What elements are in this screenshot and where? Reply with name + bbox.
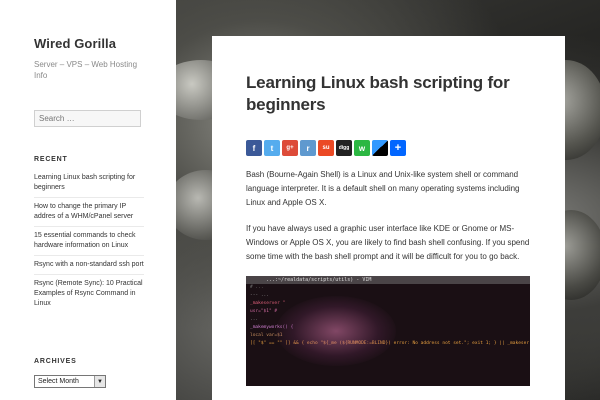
site-description: Server – VPS – Web Hosting Info <box>34 60 138 80</box>
recent-post-link[interactable]: Learning Linux bash scripting for beginn… <box>34 173 144 193</box>
chevron-down-icon: ▼ <box>94 376 105 387</box>
reddit-icon[interactable]: r <box>300 140 316 156</box>
archives-widget: ARCHIVES Select Month ▼ <box>34 358 106 388</box>
whatsapp-icon[interactable]: w <box>354 140 370 156</box>
archives-heading: ARCHIVES <box>34 358 77 365</box>
list-item: Rsync with a non-standard ssh port <box>34 255 144 274</box>
terminal-screenshot: ...:~/realdata/scripts/utils) - VIM # ..… <box>246 276 530 386</box>
terminal-title: ...:~/realdata/scripts/utils) - VIM <box>246 276 530 284</box>
digg-icon[interactable]: digg <box>336 140 352 156</box>
article-paragraph: If you have always used a graphic user i… <box>246 224 530 261</box>
terminal-line: _makeserver " <box>250 301 286 306</box>
google-plus-icon[interactable]: g+ <box>282 140 298 156</box>
delicious-icon[interactable] <box>372 140 388 156</box>
facebook-icon[interactable]: f <box>246 140 262 156</box>
article-paragraph: Bash (Bourne-Again Shell) is a Linux and… <box>246 170 520 207</box>
terminal-line: --- ... <box>250 293 269 298</box>
terminal-glow <box>276 296 396 366</box>
recent-post-link[interactable]: Rsync (Remote Sync): 10 Practical Exampl… <box>34 279 144 309</box>
list-item: How to change the primary IP addres of a… <box>34 197 144 226</box>
sidebar: Wired Gorilla Server – VPS – Web Hosting… <box>0 0 176 400</box>
list-item: Rsync (Remote Sync): 10 Practical Exampl… <box>34 274 144 313</box>
list-item: Learning Linux bash scripting for beginn… <box>34 173 144 197</box>
site-title[interactable]: Wired Gorilla <box>34 36 176 51</box>
recent-post-link[interactable]: 15 essential commands to check hardware … <box>34 231 144 251</box>
recent-heading: RECENT <box>34 156 68 163</box>
recent-posts-list: Learning Linux bash scripting for beginn… <box>34 173 144 313</box>
terminal-line: # ... <box>250 285 264 290</box>
recent-post-link[interactable]: How to change the primary IP addres of a… <box>34 202 144 222</box>
addtoany-share-icon[interactable]: + <box>390 140 406 156</box>
article-title[interactable]: Learning Linux bash scripting for beginn… <box>246 72 531 116</box>
stumbleupon-icon[interactable]: su <box>318 140 334 156</box>
list-item: 15 essential commands to check hardware … <box>34 226 144 255</box>
search-input[interactable] <box>34 110 141 127</box>
archives-select[interactable]: Select Month ▼ <box>34 375 106 388</box>
twitter-icon[interactable]: t <box>264 140 280 156</box>
article-card: Learning Linux bash scripting for beginn… <box>212 36 565 400</box>
share-bar: f t g+ r su digg w + <box>246 140 531 156</box>
recent-post-link[interactable]: Rsync with a non-standard ssh port <box>34 260 144 270</box>
archives-select-value: Select Month <box>38 378 79 385</box>
